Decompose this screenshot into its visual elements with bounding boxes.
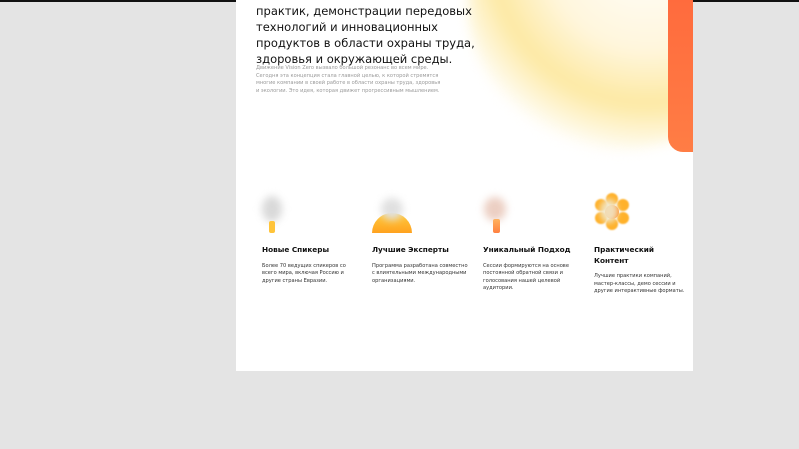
feature-description: Программа разработана совместно с влияте…	[372, 262, 468, 284]
feature-practical-content: Практический Контент Лучшие практики ком…	[594, 193, 690, 296]
feature-best-experts: Лучшие Эксперты Программа разработана со…	[372, 193, 468, 285]
feature-unique-approach: Уникальный Подход Сессии формируются на …	[483, 193, 579, 293]
hero-title: практик, демонстрации передовых технолог…	[256, 4, 475, 66]
landing-page: практик, демонстрации передовых технолог…	[236, 0, 693, 371]
feature-description: Более 70 ведущих спикеров со всего мира,…	[262, 262, 346, 284]
screen: практик, демонстрации передовых технолог…	[0, 0, 799, 449]
experts-icon	[372, 193, 416, 237]
feature-title: Практический Контент	[594, 245, 655, 265]
feature-description: Лучшие практики компаний, мастер-классы,…	[594, 273, 685, 294]
hero-gradient-decoration	[468, 0, 693, 150]
feature-new-speakers: Новые Спикеры Более 70 ведущих спикеров …	[262, 193, 358, 285]
content-icon	[594, 193, 638, 237]
hero-description: Движение Vision Zero вызвало большой рез…	[256, 65, 441, 94]
approach-icon	[483, 193, 527, 237]
feature-description: Сессии формируются на основе постоянной …	[483, 262, 569, 292]
feature-title: Новые Спикеры	[262, 245, 330, 254]
feature-title: Уникальный Подход	[483, 245, 571, 254]
speaker-icon	[262, 193, 306, 237]
hero-accent-stripe	[668, 0, 693, 152]
feature-title: Лучшие Эксперты	[372, 245, 449, 254]
